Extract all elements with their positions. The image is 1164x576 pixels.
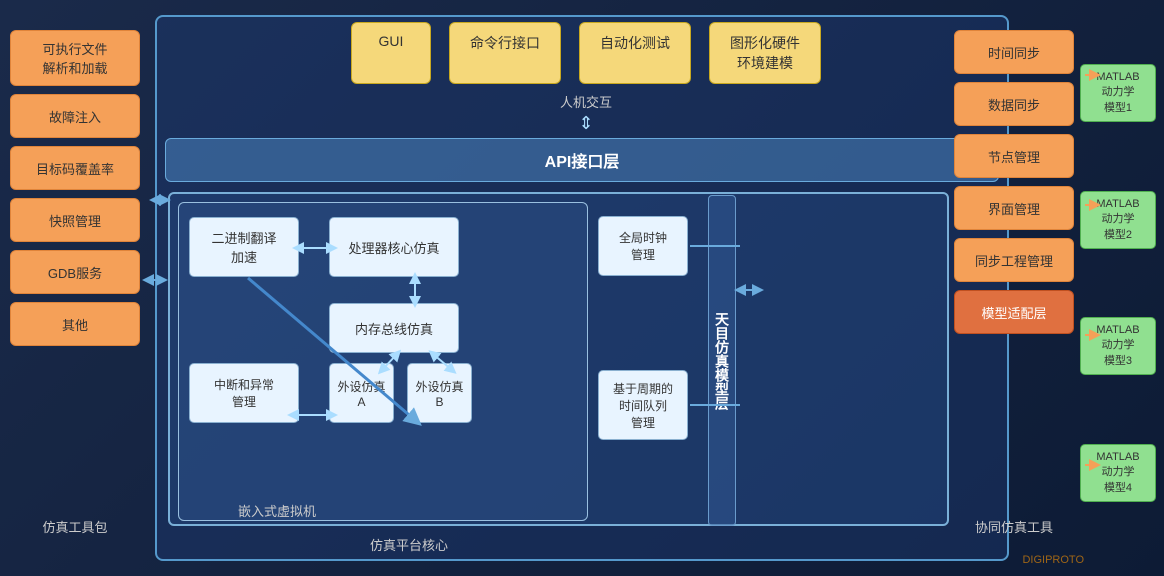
sidebar-item-snapshot: 快照管理	[10, 198, 140, 242]
diagram-container: 可执行文件解析和加载 故障注入 目标码覆盖率 快照管理 GDB服务 其他 仿真工…	[0, 0, 1164, 576]
vm-interrupt: 中断和异常管理	[189, 363, 299, 423]
hmi-label: 人机交互	[560, 92, 612, 111]
right-sync-proj: 同步工程管理	[954, 238, 1074, 282]
matlab-col: MATLAB动力学模型1 MATLAB动力学模型2 MATLAB动力学模型3 M…	[1080, 30, 1156, 536]
vm-processor-sim: 处理器核心仿真	[329, 217, 459, 277]
sidebar-item-other: 其他	[10, 302, 140, 346]
right-node-mgmt: 节点管理	[954, 134, 1074, 178]
sidebar-item-target-coverage: 目标码覆盖率	[10, 146, 140, 190]
right-time-sync: 时间同步	[954, 30, 1074, 74]
global-clock: 全局时钟管理	[598, 216, 688, 276]
tianmu-layer: 天目仿真模型层	[708, 195, 736, 526]
sidebar-label: 仿真工具包	[42, 517, 107, 536]
hmi-cmd: 命令行接口	[449, 22, 561, 84]
vm-memory-bus: 内存总线仿真	[329, 303, 459, 353]
core-label: 仿真平台核心	[370, 535, 448, 554]
watermark: DIGIPROTO	[1022, 554, 1084, 566]
right-model-adapt: 模型适配层	[954, 290, 1074, 334]
api-layer: API接口层	[165, 138, 999, 182]
right-col: 时间同步 数据同步 节点管理 界面管理 同步工程管理 模型适配层 协同仿真工具	[954, 30, 1074, 536]
vm-frame: 二进制翻译加速 处理器核心仿真 内存总线仿真 中断和异常管理 外设仿真A 外设仿…	[178, 202, 588, 521]
sidebar-item-fault-inject: 故障注入	[10, 94, 140, 138]
sidebar-item-gdb: GDB服务	[10, 250, 140, 294]
matlab3: MATLAB动力学模型3	[1080, 317, 1156, 375]
matlab4: MATLAB动力学模型4	[1080, 444, 1156, 502]
sidebar-item-exec-file: 可执行文件解析和加载	[10, 30, 140, 86]
tianmu-layer-text: 天目仿真模型层	[712, 312, 732, 410]
vm-peripheral-a: 外设仿真A	[329, 363, 394, 423]
vm-binary-trans: 二进制翻译加速	[189, 217, 299, 277]
matlab2: MATLAB动力学模型2	[1080, 191, 1156, 249]
right-col-label: 协同仿真工具	[975, 517, 1053, 536]
right-col-items: 时间同步 数据同步 节点管理 界面管理 同步工程管理 模型适配层	[954, 30, 1074, 334]
hmi-section: GUI 命令行接口 自动化测试 图形化硬件环境建模 人机交互 ⇕	[170, 22, 1002, 134]
sidebar-items: 可执行文件解析和加载 故障注入 目标码覆盖率 快照管理 GDB服务 其他	[10, 30, 140, 346]
hmi-arrow: ⇕	[578, 113, 593, 134]
periodic-queue: 基于周期的时间队列管理	[598, 370, 688, 440]
matlab1: MATLAB动力学模型1	[1080, 64, 1156, 122]
hmi-boxes: GUI 命令行接口 自动化测试 图形化硬件环境建模	[351, 22, 821, 84]
hmi-auto-test: 自动化测试	[579, 22, 691, 84]
right-ui-mgmt: 界面管理	[954, 186, 1074, 230]
right-data-sync: 数据同步	[954, 82, 1074, 126]
left-sidebar: 可执行文件解析和加载 故障注入 目标码覆盖率 快照管理 GDB服务 其他 仿真工…	[10, 30, 140, 536]
hmi-graphic-hw: 图形化硬件环境建模	[709, 22, 821, 84]
hmi-gui: GUI	[351, 22, 431, 84]
vm-peripheral-b: 外设仿真B	[407, 363, 472, 423]
api-layer-text: API接口层	[545, 148, 620, 172]
vm-label: 嵌入式虚拟机	[238, 501, 316, 520]
